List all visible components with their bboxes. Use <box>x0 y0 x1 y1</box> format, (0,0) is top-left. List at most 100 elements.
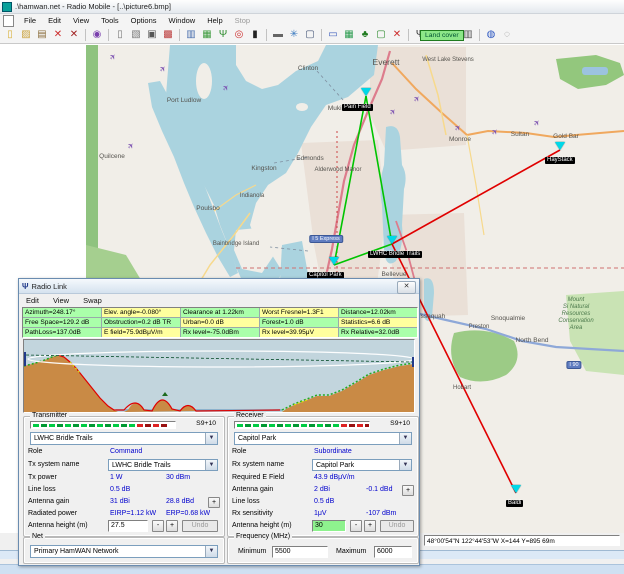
save-net-icon[interactable]: ▤ <box>34 28 50 42</box>
link-info-cell: Azimuth=248.17° <box>23 308 101 317</box>
map-area-label: Mount Si Natural Resources Conservation … <box>558 297 593 332</box>
site-marker-icon[interactable] <box>387 236 397 244</box>
new-picture-icon[interactable]: ▯ <box>112 28 128 42</box>
rx-gain-plus-button[interactable]: + <box>402 485 414 496</box>
tx-height-minus-button[interactable]: - <box>152 520 164 532</box>
land-cover-badge[interactable]: Land cover <box>420 30 464 41</box>
tx-height-label: Antenna height (m) <box>28 522 88 529</box>
dialog-title: Radio Link <box>31 282 66 291</box>
tx-height-plus-button[interactable]: + <box>166 520 178 532</box>
map-properties-icon[interactable]: ◉ <box>89 28 105 42</box>
delete-picture-icon[interactable]: ▩ <box>160 28 176 42</box>
open-picture-icon[interactable]: ▧ <box>128 28 144 42</box>
site-marker-icon[interactable] <box>511 485 521 493</box>
link-info-cell: Worst Fresnel=1.3F1 <box>260 308 338 317</box>
site-marker-icon[interactable] <box>329 257 339 265</box>
select-rectangle-icon[interactable]: ▢ <box>373 28 389 42</box>
site-label[interactable]: HayStack <box>545 157 575 164</box>
frequency-max-label: Maximum <box>336 548 366 555</box>
open-net-icon[interactable]: ▨ <box>18 28 34 42</box>
map-city-label: Edmonds <box>296 155 323 162</box>
link-info-grid: Azimuth=248.17°Elev. angle=-0.080°Cleara… <box>22 307 418 338</box>
rx-undo-button[interactable]: Undo <box>380 520 414 532</box>
receiver-group: Receiver S9+10 Capitol Park ▼ Role Subor… <box>227 416 419 537</box>
menu-view[interactable]: View <box>67 16 95 25</box>
world-map-icon[interactable]: ◍ <box>483 28 499 42</box>
menu-tools[interactable]: Tools <box>95 16 125 25</box>
site-label[interactable]: Pain Field <box>342 104 373 111</box>
tx-undo-button[interactable]: Undo <box>182 520 218 532</box>
rx-height-minus-button[interactable]: - <box>350 520 362 532</box>
transmitter-group: Transmitter S9+10 LWHC Bridle Trails ▼ R… <box>23 416 225 537</box>
rx-unit-select[interactable]: Capitol Park ▼ <box>234 432 412 445</box>
contrast-icon[interactable]: ▮ <box>247 28 263 42</box>
antenna-icon[interactable]: Ψ <box>215 28 231 42</box>
chevron-down-icon[interactable]: ▼ <box>205 460 217 470</box>
radio-link-dialog-icon: Ψ <box>22 282 28 291</box>
coverage-icon[interactable]: ▭ <box>325 28 341 42</box>
save-picture-icon[interactable]: ▣ <box>144 28 160 42</box>
tx-height-input[interactable]: 27.5 <box>108 520 148 532</box>
close-icon[interactable]: ✕ <box>397 281 416 294</box>
target-icon[interactable]: ◎ <box>231 28 247 42</box>
frequency-min-input[interactable]: 5500 <box>272 546 328 558</box>
dialog-menu-bar: EditViewSwap <box>19 294 419 306</box>
menu-options[interactable]: Options <box>125 16 163 25</box>
window-title: .\hamwan.net - Radio Mobile - [..\pictur… <box>15 2 171 11</box>
chevron-down-icon[interactable]: ▼ <box>205 546 217 557</box>
tx-unit-select[interactable]: LWHC Bridle Trails ▼ <box>30 432 218 445</box>
site-marker-icon[interactable] <box>361 88 371 96</box>
toolbar-separator <box>85 29 86 41</box>
map-city-label: Preston <box>469 324 490 330</box>
new-net-icon[interactable]: ▯ <box>2 28 18 42</box>
menu-edit[interactable]: Edit <box>42 16 67 25</box>
menu-window[interactable]: Window <box>163 16 202 25</box>
menu-help[interactable]: Help <box>201 16 228 25</box>
copy-icon[interactable]: ▥ <box>183 28 199 42</box>
dialog-menu-edit[interactable]: Edit <box>19 296 46 305</box>
map-city-label: Port Ludlow <box>167 97 201 104</box>
rx-height-plus-button[interactable]: + <box>364 520 376 532</box>
rx-gain-dbd: -0.1 dBd <box>366 486 392 493</box>
mdi-child-icon[interactable] <box>3 15 14 27</box>
rx-efield-label: Required E Field <box>232 474 284 481</box>
site-label[interactable]: Baldi <box>506 500 523 507</box>
ruler-icon[interactable]: ▬ <box>270 28 286 42</box>
tx-system-select[interactable]: LWHC Bridle Trails ▼ <box>108 459 218 471</box>
site-label[interactable]: LWHC Bridle Trails <box>368 251 422 258</box>
rx-height-input[interactable]: 30 <box>312 520 346 532</box>
toolbar: ▯▨▤✕✕◉▯▧▣▩▥▦Ψ◎▮▬✳▢▭▦♣▢✕Ψ◉⊗▥◍◌ Land cover <box>0 27 624 44</box>
tx-eirp-value: EIRP=1.12 kW <box>110 510 156 517</box>
tx-power-dbm: 30 dBm <box>166 474 190 481</box>
delete-net-icon[interactable]: ✕ <box>50 28 66 42</box>
land-cover-tool-icon[interactable]: ♣ <box>357 28 373 42</box>
menu-stop[interactable]: Stop <box>229 16 256 25</box>
fresnel-icon[interactable]: ✳ <box>286 28 302 42</box>
dialog-menu-view[interactable]: View <box>46 296 76 305</box>
dialog-title-bar[interactable]: Ψ Radio Link ✕ <box>19 279 419 294</box>
world-gray-icon[interactable]: ◌ <box>499 28 515 42</box>
link-info-cell: E field=75.9dBμV/m <box>102 328 180 337</box>
chevron-down-icon[interactable]: ▼ <box>205 433 217 444</box>
merge-pictures-icon[interactable]: ▦ <box>199 28 215 42</box>
chevron-down-icon[interactable]: ▼ <box>399 460 411 470</box>
net-select[interactable]: Primary HamWAN Network ▼ <box>30 545 218 558</box>
delete-all-icon[interactable]: ✕ <box>66 28 82 42</box>
frequency-max-input[interactable]: 6000 <box>374 546 412 558</box>
chevron-down-icon[interactable]: ▼ <box>399 433 411 444</box>
link-info-cell: Rx level=-75.0dBm <box>181 328 259 337</box>
link-info-cell: Forest=1.0 dB <box>260 318 338 327</box>
tx-gain-plus-button[interactable]: + <box>208 497 220 508</box>
map-city-label: Snoqualmie <box>491 315 525 322</box>
window-icon[interactable]: ▢ <box>302 28 318 42</box>
dialog-menu-swap[interactable]: Swap <box>76 296 109 305</box>
delete-coverage-icon[interactable]: ✕ <box>389 28 405 42</box>
tx-radiated-label: Radiated power <box>28 510 77 517</box>
elevation-grid-icon[interactable]: ▦ <box>341 28 357 42</box>
site-marker-icon[interactable] <box>555 142 565 150</box>
rx-sensitivity-label: Rx sensitivity <box>232 510 273 517</box>
terrain-profile-chart[interactable] <box>23 339 415 413</box>
menu-file[interactable]: File <box>18 16 42 25</box>
rx-sensitivity-dbm: -107 dBm <box>366 510 396 517</box>
rx-system-select[interactable]: Capitol Park ▼ <box>312 459 412 471</box>
